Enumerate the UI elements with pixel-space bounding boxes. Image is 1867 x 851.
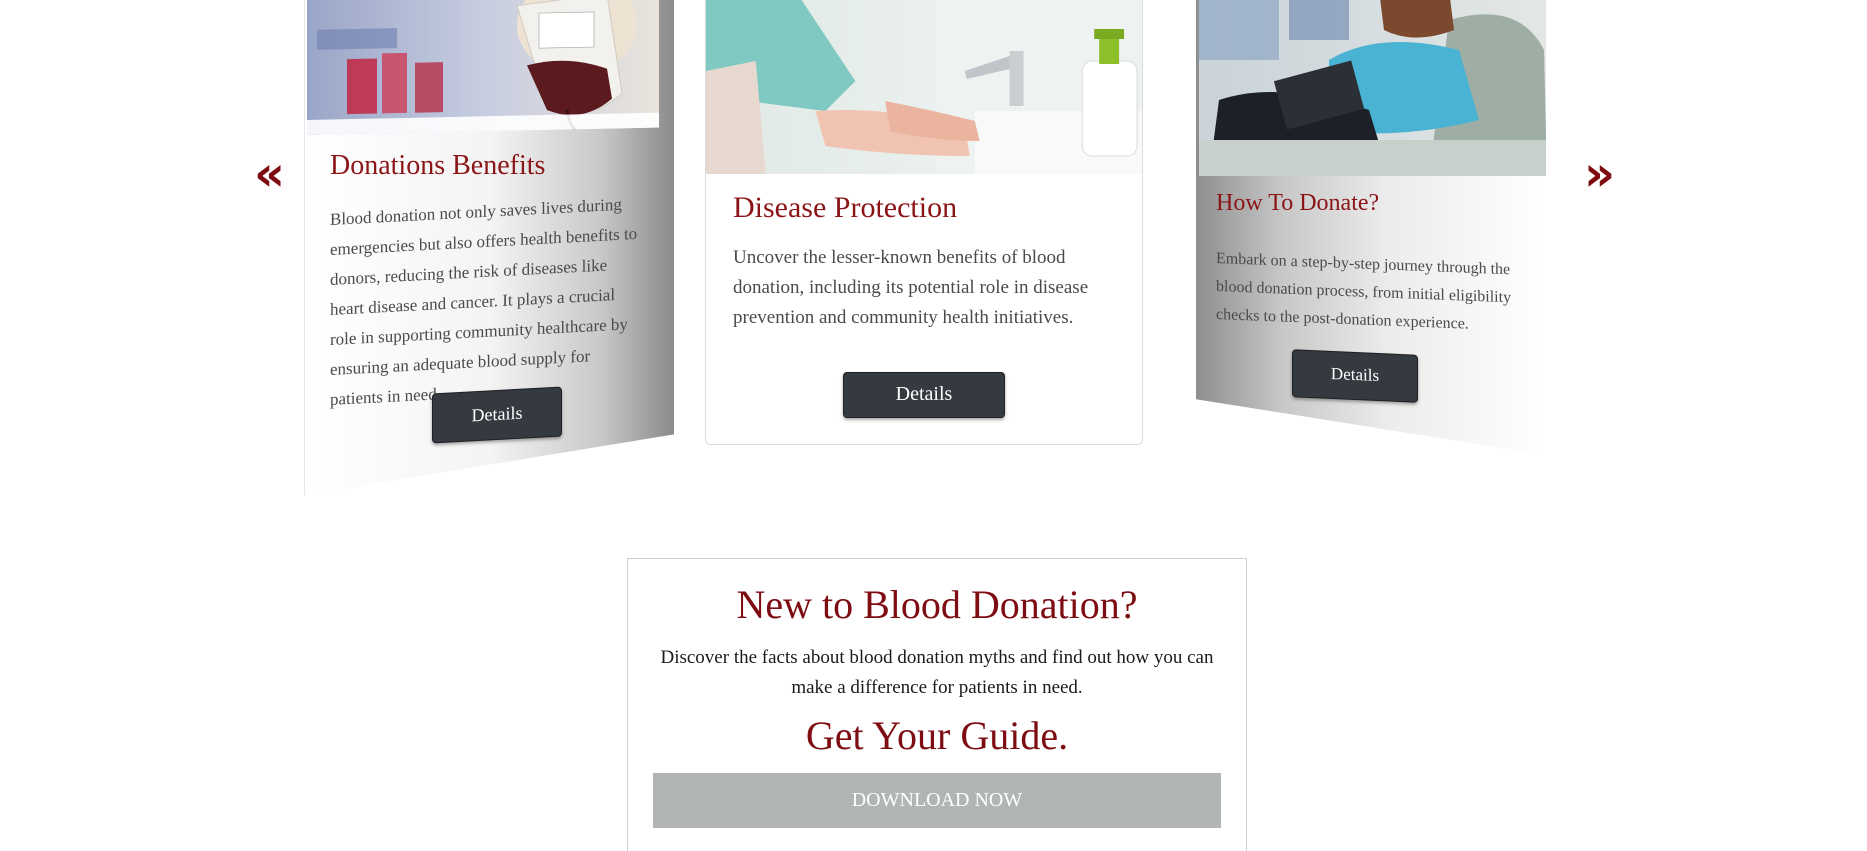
details-button[interactable]: Details [1292,349,1418,403]
details-button[interactable]: Details [432,386,562,444]
card-how-to-donate: How To Donate? Embark on a step-by-step … [1196,0,1546,455]
donor-in-chair-image [1199,0,1546,176]
guide-description: Discover the facts about blood donation … [660,647,1214,698]
card-title: How To Donate? [1216,190,1380,216]
card-donations-benefits: Donations Benefits Blood donation not on… [304,0,674,495]
blood-bag-image [307,0,659,135]
guide-promo-box: New to Blood Donation? Discover the fact… [627,558,1247,851]
card-disease-protection: Disease Protection Uncover the lesser-kn… [705,0,1143,445]
carousel-next-icon[interactable]: » [1584,150,1615,198]
card-description: Blood donation not only saves lives duri… [330,194,638,409]
guide-heading: New to Blood Donation? [736,582,1138,627]
details-button[interactable]: Details [843,372,1005,418]
card-carousel: « » Donations Benefits Blood donation no… [0,0,1867,520]
page: « » Donations Benefits Blood donation no… [0,0,1867,851]
carousel-prev-icon[interactable]: « [254,150,285,198]
download-now-button[interactable]: DOWNLOAD NOW [653,773,1221,828]
card-description: Embark on a step-by-step journey through… [1216,250,1512,333]
hand-washing-image [706,0,1142,174]
card-title: Disease Protection [733,191,958,224]
card-description: Uncover the lesser-known benefits of blo… [733,247,1089,328]
card-title: Donations Benefits [330,150,546,181]
guide-subheading: Get Your Guide. [805,713,1069,758]
